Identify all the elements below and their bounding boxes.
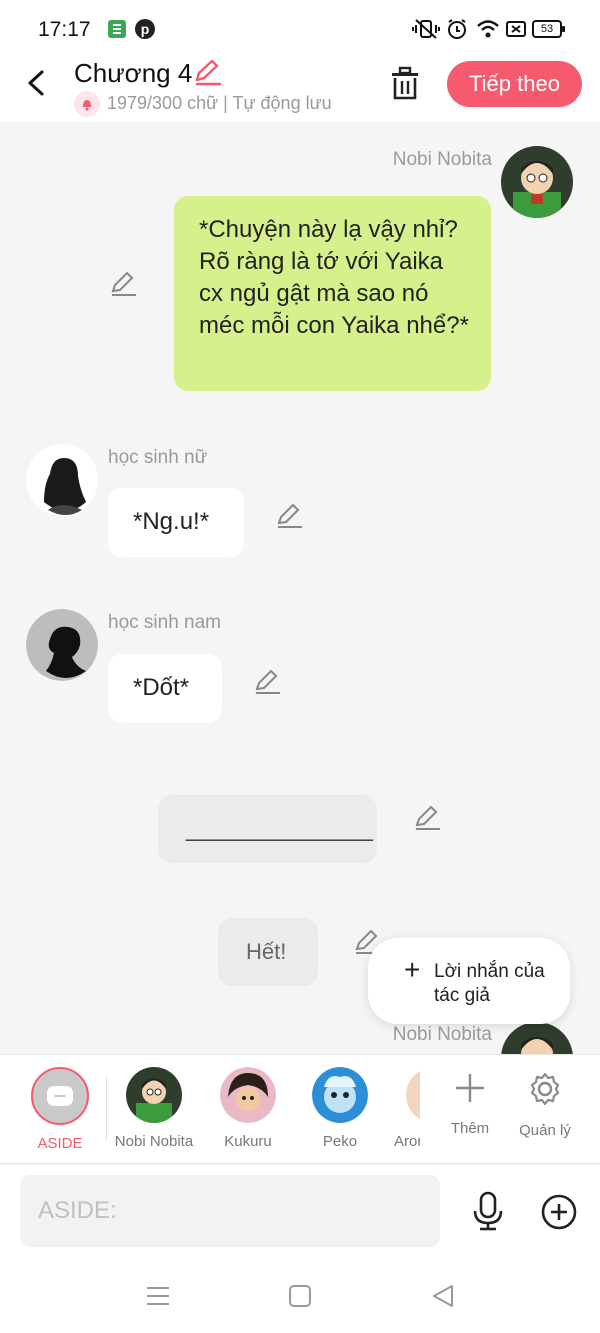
edit-message-icon[interactable] — [254, 668, 282, 696]
back-nav-icon[interactable] — [430, 1283, 456, 1309]
edit-title-icon[interactable] — [193, 58, 223, 86]
character-label: ASIDE — [37, 1135, 83, 1152]
author-note-button[interactable]: + Lời nhắn của tác giả — [368, 938, 570, 1024]
divider — [106, 1077, 107, 1141]
status-bar: 17:17 p 53 — [0, 0, 600, 58]
manage-label: Quản lý — [519, 1122, 571, 1139]
menu-icon[interactable] — [145, 1283, 171, 1309]
avatar — [406, 1067, 420, 1123]
character-label: Kukuru — [224, 1133, 272, 1150]
manage-characters-button[interactable]: Quản lý — [505, 1071, 585, 1139]
delete-button[interactable] — [388, 66, 422, 102]
app-notification-icon — [107, 18, 127, 40]
character-label: Peko — [322, 1133, 358, 1150]
avatar[interactable] — [26, 609, 98, 681]
input-bar — [0, 1165, 600, 1257]
speaker-name: Nobi Nobita — [392, 1024, 492, 1045]
aside-avatar — [31, 1067, 89, 1125]
chapter-header: Chương 4 1979/300 chữ | Tự động lưu Tiếp… — [0, 58, 600, 122]
avatar[interactable] — [501, 146, 573, 218]
avatar — [220, 1067, 276, 1123]
character-peko[interactable]: Peko — [300, 1067, 380, 1150]
microphone-icon — [473, 1191, 503, 1231]
alarm-icon — [446, 18, 468, 40]
message-bubble[interactable]: *Dốt* — [108, 654, 222, 723]
message-bubble[interactable]: *Ng.u!* — [108, 488, 244, 557]
svg-text:p: p — [141, 21, 150, 37]
notification-bell-icon — [74, 91, 100, 117]
system-navigation-bar — [0, 1257, 600, 1333]
speaker-name: Nobi Nobita — [392, 149, 492, 170]
character-aside[interactable]: ASIDE — [30, 1067, 90, 1152]
chapter-title[interactable]: Chương 4 — [74, 58, 192, 89]
back-button[interactable] — [22, 66, 52, 100]
microphone-button[interactable] — [470, 1191, 506, 1231]
plus-circle-icon — [541, 1194, 577, 1230]
speaker-name: học sinh nữ — [108, 447, 208, 468]
sim-icon — [506, 18, 526, 40]
wifi-icon — [476, 18, 500, 40]
character-aron[interactable]: Aron — [390, 1067, 420, 1150]
add-attachment-button[interactable] — [540, 1193, 578, 1231]
next-button[interactable]: Tiếp theo — [447, 61, 582, 107]
message-input[interactable] — [20, 1175, 440, 1247]
chat-area[interactable]: Nobi Nobita *Chuyện này lạ vậy nhỉ? Rõ r… — [0, 122, 600, 1054]
gear-icon — [530, 1072, 560, 1106]
author-note-label: Lời nhắn của tác giả — [434, 961, 545, 1006]
plus-icon — [456, 1074, 484, 1102]
character-label: Aron — [394, 1133, 420, 1150]
character-selector: ASIDE Nobi Nobita Kukuru Peko Aron Thêm … — [0, 1054, 600, 1164]
avatar — [312, 1067, 368, 1123]
edit-message-icon[interactable] — [276, 502, 304, 530]
avatar[interactable] — [501, 1022, 573, 1054]
vibrate-icon — [412, 18, 440, 40]
status-time: 17:17 — [38, 18, 91, 41]
edit-message-icon[interactable] — [110, 270, 138, 298]
word-count-autosave: 1979/300 chữ | Tự động lưu — [107, 93, 332, 113]
pinterest-icon: p — [134, 18, 156, 40]
battery-icon: 53 — [532, 20, 565, 38]
edit-message-icon[interactable] — [414, 804, 442, 832]
home-icon[interactable] — [287, 1283, 313, 1309]
avatar[interactable] — [26, 444, 98, 516]
aside-bubble[interactable]: Hết! — [218, 918, 318, 986]
character-kukuru[interactable]: Kukuru — [208, 1067, 288, 1150]
message-bubble[interactable]: *Chuyện này lạ vậy nhỉ? Rõ ràng là tớ vớ… — [174, 196, 491, 391]
speaker-name: học sinh nam — [108, 612, 222, 633]
aside-bubble[interactable]: ______________ — [158, 795, 377, 863]
character-label: Nobi Nobita — [114, 1133, 194, 1150]
add-label: Thêm — [450, 1120, 490, 1137]
add-character-button[interactable]: Thêm — [430, 1071, 510, 1137]
avatar — [126, 1067, 182, 1123]
character-nobi-nobita[interactable]: Nobi Nobita — [114, 1067, 194, 1150]
plus-icon: + — [404, 954, 421, 985]
